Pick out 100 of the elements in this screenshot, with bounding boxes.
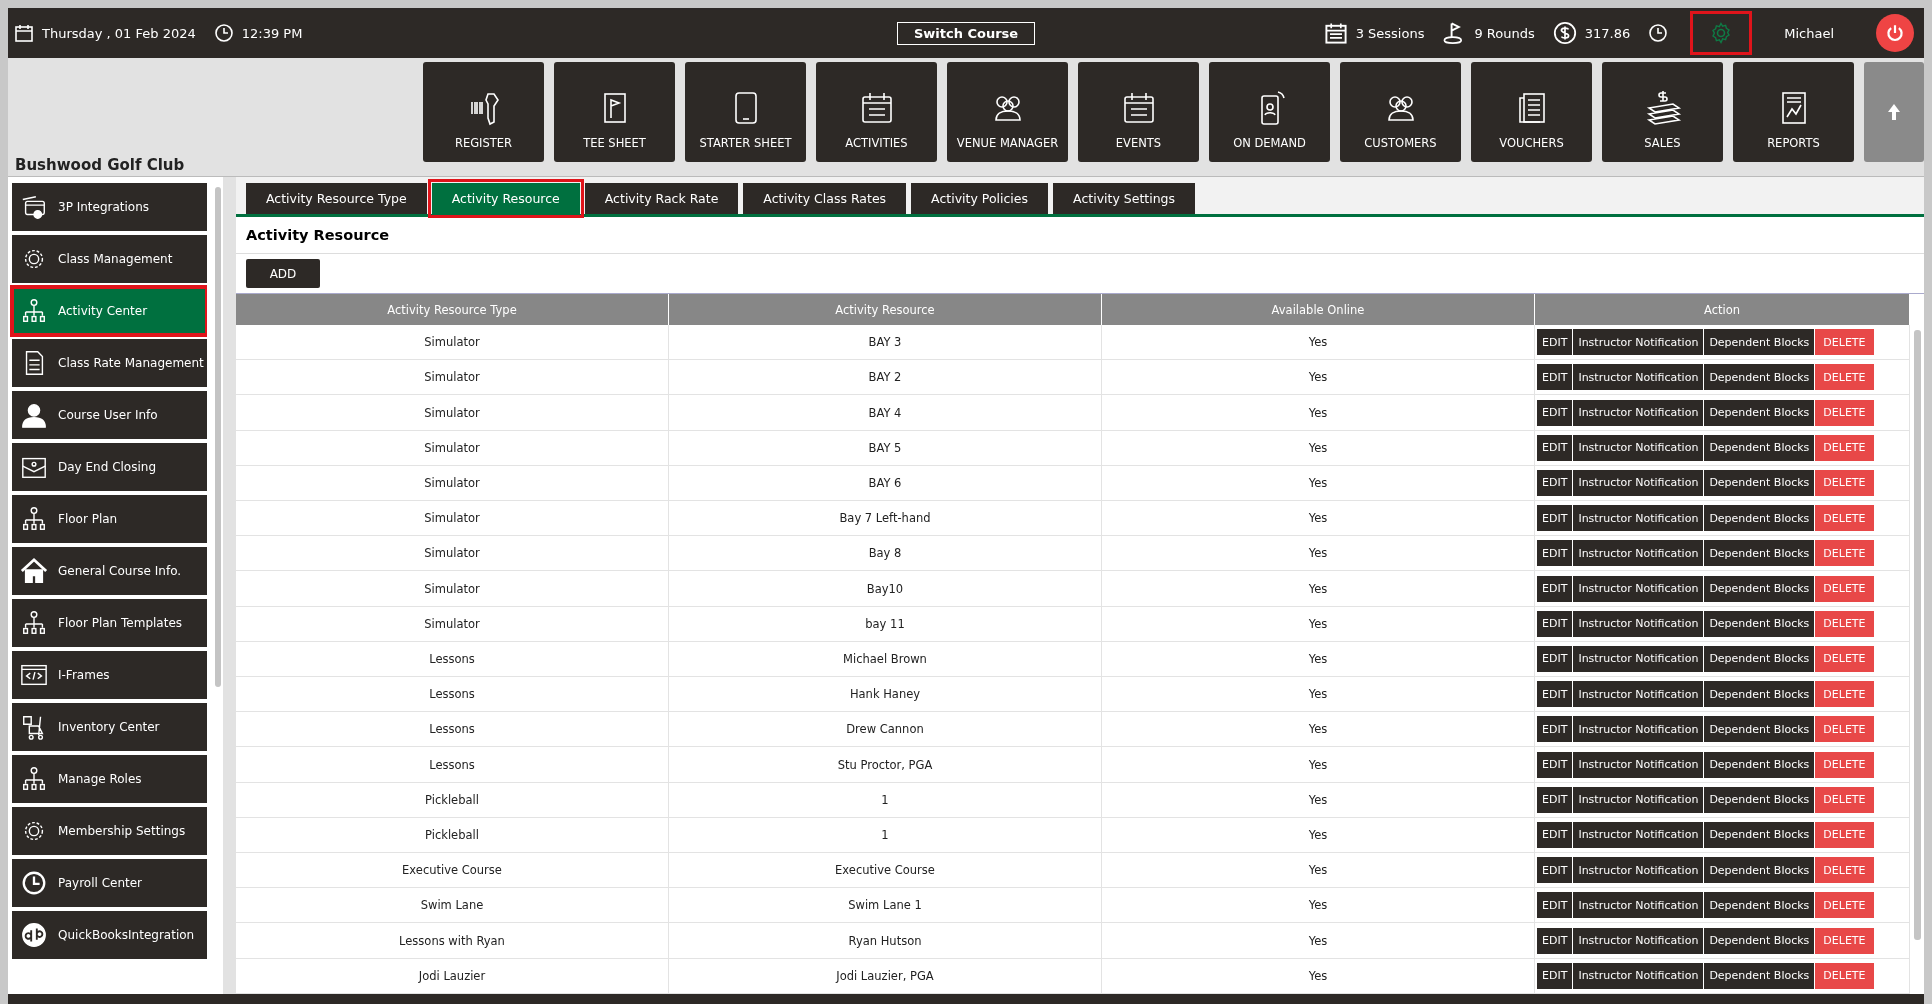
- tab[interactable]: Activity Class Rates: [743, 183, 907, 214]
- sidebar-item[interactable]: 3P Integrations: [12, 183, 207, 231]
- tab[interactable]: Activity Policies: [911, 183, 1049, 214]
- settings-button[interactable]: [1690, 11, 1753, 55]
- delete-button[interactable]: DELETE: [1815, 505, 1874, 532]
- nav-button[interactable]: REGISTER: [423, 62, 544, 162]
- action-button[interactable]: EDIT: [1537, 857, 1573, 884]
- action-button[interactable]: Dependent Blocks: [1704, 364, 1815, 391]
- sidebar-item[interactable]: Floor Plan: [12, 495, 207, 543]
- delete-button[interactable]: DELETE: [1815, 892, 1874, 919]
- action-button[interactable]: EDIT: [1537, 681, 1573, 708]
- delete-button[interactable]: DELETE: [1815, 610, 1874, 637]
- action-button[interactable]: Instructor Notification: [1573, 681, 1704, 708]
- delete-button[interactable]: DELETE: [1815, 821, 1874, 848]
- action-button[interactable]: Instructor Notification: [1573, 399, 1704, 426]
- nav-button[interactable]: TEE SHEET: [554, 62, 675, 162]
- action-button[interactable]: Instructor Notification: [1573, 821, 1704, 848]
- action-button[interactable]: Instructor Notification: [1573, 364, 1704, 391]
- action-button[interactable]: EDIT: [1537, 786, 1573, 813]
- action-button[interactable]: Dependent Blocks: [1704, 927, 1815, 954]
- sidebar-item[interactable]: Class Management: [12, 235, 207, 283]
- clock-icon[interactable]: [1648, 23, 1669, 43]
- nav-button[interactable]: REPORTS: [1733, 62, 1854, 162]
- power-button[interactable]: [1876, 14, 1914, 52]
- action-button[interactable]: EDIT: [1537, 399, 1573, 426]
- switch-course-button[interactable]: Switch Course: [896, 21, 1036, 45]
- delete-button[interactable]: DELETE: [1815, 540, 1874, 567]
- action-button[interactable]: Dependent Blocks: [1704, 329, 1815, 356]
- action-button[interactable]: Instructor Notification: [1573, 329, 1704, 356]
- sidebar-item[interactable]: General Course Info.: [12, 547, 207, 595]
- action-button[interactable]: EDIT: [1537, 434, 1573, 461]
- sidebar-item[interactable]: QuickBooksIntegration: [12, 911, 207, 959]
- delete-button[interactable]: DELETE: [1815, 681, 1874, 708]
- delete-button[interactable]: DELETE: [1815, 786, 1874, 813]
- action-button[interactable]: EDIT: [1537, 821, 1573, 848]
- action-button[interactable]: EDIT: [1537, 645, 1573, 672]
- sidebar-item[interactable]: Inventory Center: [12, 703, 207, 751]
- sidebar-item[interactable]: Payroll Center: [12, 859, 207, 907]
- delete-button[interactable]: DELETE: [1815, 751, 1874, 778]
- action-button[interactable]: Instructor Notification: [1573, 434, 1704, 461]
- sidebar-item[interactable]: I-Frames: [12, 651, 207, 699]
- delete-button[interactable]: DELETE: [1815, 857, 1874, 884]
- sidebar-item[interactable]: Floor Plan Templates: [12, 599, 207, 647]
- sidebar-item[interactable]: Day End Closing: [12, 443, 207, 491]
- action-button[interactable]: Instructor Notification: [1573, 610, 1704, 637]
- action-button[interactable]: Dependent Blocks: [1704, 681, 1815, 708]
- delete-button[interactable]: DELETE: [1815, 927, 1874, 954]
- sidebar-item[interactable]: Membership Settings: [12, 807, 207, 855]
- delete-button[interactable]: DELETE: [1815, 329, 1874, 356]
- nav-button[interactable]: ACTIVITIES: [816, 62, 937, 162]
- action-button[interactable]: EDIT: [1537, 927, 1573, 954]
- action-button[interactable]: Instructor Notification: [1573, 892, 1704, 919]
- action-button[interactable]: Instructor Notification: [1573, 927, 1704, 954]
- action-button[interactable]: Dependent Blocks: [1704, 751, 1815, 778]
- action-button[interactable]: Dependent Blocks: [1704, 434, 1815, 461]
- action-button[interactable]: EDIT: [1537, 962, 1573, 989]
- action-button[interactable]: EDIT: [1537, 716, 1573, 743]
- action-button[interactable]: Dependent Blocks: [1704, 892, 1815, 919]
- action-button[interactable]: Instructor Notification: [1573, 751, 1704, 778]
- delete-button[interactable]: DELETE: [1815, 399, 1874, 426]
- action-button[interactable]: Dependent Blocks: [1704, 399, 1815, 426]
- nav-button[interactable]: SALES: [1602, 62, 1723, 162]
- action-button[interactable]: Instructor Notification: [1573, 962, 1704, 989]
- action-button[interactable]: EDIT: [1537, 505, 1573, 532]
- scrollbar[interactable]: [1914, 330, 1921, 940]
- action-button[interactable]: Dependent Blocks: [1704, 645, 1815, 672]
- action-button[interactable]: Instructor Notification: [1573, 857, 1704, 884]
- action-button[interactable]: EDIT: [1537, 540, 1573, 567]
- tab[interactable]: Activity Resource Type: [246, 183, 427, 214]
- action-button[interactable]: Dependent Blocks: [1704, 610, 1815, 637]
- add-button[interactable]: ADD: [246, 259, 320, 288]
- tab[interactable]: Activity Rack Rate: [584, 183, 739, 214]
- nav-button[interactable]: VOUCHERS: [1471, 62, 1592, 162]
- nav-button[interactable]: VENUE MANAGER: [947, 62, 1068, 162]
- action-button[interactable]: EDIT: [1537, 892, 1573, 919]
- delete-button[interactable]: DELETE: [1815, 716, 1874, 743]
- delete-button[interactable]: DELETE: [1815, 434, 1874, 461]
- sidebar-item[interactable]: Manage Roles: [12, 755, 207, 803]
- action-button[interactable]: EDIT: [1537, 329, 1573, 356]
- delete-button[interactable]: DELETE: [1815, 645, 1874, 672]
- action-button[interactable]: EDIT: [1537, 575, 1573, 602]
- action-button[interactable]: Dependent Blocks: [1704, 786, 1815, 813]
- action-button[interactable]: Dependent Blocks: [1704, 540, 1815, 567]
- action-button[interactable]: EDIT: [1537, 610, 1573, 637]
- action-button[interactable]: Dependent Blocks: [1704, 505, 1815, 532]
- action-button[interactable]: Dependent Blocks: [1704, 857, 1815, 884]
- action-button[interactable]: Dependent Blocks: [1704, 575, 1815, 602]
- nav-button[interactable]: ON DEMAND: [1209, 62, 1330, 162]
- sidebar-item[interactable]: Course User Info: [12, 391, 207, 439]
- delete-button[interactable]: DELETE: [1815, 962, 1874, 989]
- nav-button[interactable]: CUSTOMERS: [1340, 62, 1461, 162]
- sidebar-item[interactable]: Activity Center: [12, 287, 207, 335]
- action-button[interactable]: EDIT: [1537, 364, 1573, 391]
- delete-button[interactable]: DELETE: [1815, 575, 1874, 602]
- action-button[interactable]: Instructor Notification: [1573, 540, 1704, 567]
- action-button[interactable]: EDIT: [1537, 469, 1573, 496]
- action-button[interactable]: EDIT: [1537, 751, 1573, 778]
- action-button[interactable]: Instructor Notification: [1573, 575, 1704, 602]
- action-button[interactable]: Dependent Blocks: [1704, 716, 1815, 743]
- sidebar-item[interactable]: Class Rate Management: [12, 339, 207, 387]
